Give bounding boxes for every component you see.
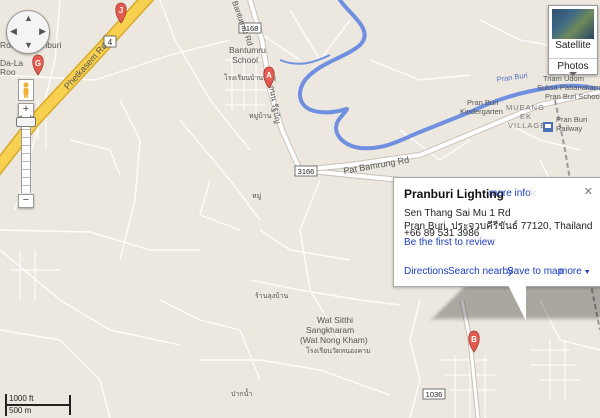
road-1036-shield: 1036 (422, 388, 446, 400)
save-to-map-link[interactable]: Save to map (507, 266, 563, 277)
satellite-label[interactable]: Satellite (549, 40, 597, 51)
marker-j-label: J (119, 6, 123, 15)
info-window: Pranburi Lighting more info ☆ ✕ Sen Than… (393, 177, 600, 287)
kindergarten-label-2: Kindergarten (460, 107, 503, 116)
close-icon[interactable]: ✕ (584, 185, 593, 198)
marker-a-label: A (266, 71, 272, 80)
pan-control[interactable]: ▲ ▼ ◀ ▶ (6, 10, 50, 54)
map-type-control[interactable]: Satellite Photos (548, 5, 598, 76)
garage-thai-label: ร้านลุงบ้าน (255, 292, 289, 300)
more-actions-label: more (559, 266, 582, 277)
marker-g-label: G (35, 59, 41, 68)
bantumru-school-label-1: Bantumru (229, 45, 266, 55)
wat-label-2: Sangkharam (306, 325, 354, 335)
railway-label-2: Railway (556, 124, 583, 133)
address-line-1: Sen Thang Sai Mu 1 Rd (404, 208, 511, 219)
photos-caret-icon[interactable] (569, 72, 577, 76)
pan-left-icon[interactable]: ◀ (10, 27, 17, 36)
village-thai-label-2: หมู่ (252, 193, 261, 200)
railway-label-1: Pran Buri (556, 115, 588, 124)
scale-bar: 1000 ft 500 m (5, 394, 75, 418)
pan-down-icon[interactable]: ▼ (24, 41, 33, 50)
zoom-slider-handle[interactable] (16, 117, 36, 127)
udom-label-3: Pran Buri School (545, 92, 600, 101)
bantumru-school-label-2: School (232, 55, 258, 65)
more-caret-icon: ▼ (583, 269, 591, 276)
road-1036-label: 1036 (426, 390, 443, 399)
udom-label-1: Triam Udom (543, 74, 584, 83)
satellite-thumbnail[interactable] (552, 9, 594, 39)
road-3166-shield: 3166 (294, 165, 318, 177)
zoom-out-button[interactable]: − (18, 194, 34, 208)
directions-link[interactable]: Directions (404, 266, 448, 277)
marker-b-label: B (471, 335, 477, 344)
railway-station-icon (543, 122, 553, 132)
village-thai-label-1: หมู่บ้าน (249, 112, 272, 120)
street-view-pegman-icon[interactable] (18, 79, 34, 101)
road-3166-label: 3166 (298, 167, 315, 176)
photos-label[interactable]: Photos (549, 58, 597, 72)
more-info-link[interactable]: more info (489, 188, 531, 199)
pan-right-icon[interactable]: ▶ (39, 27, 46, 36)
info-window-tail (508, 285, 526, 321)
scale-metric: 500 m (9, 406, 32, 415)
star-icon[interactable]: ☆ (527, 186, 537, 199)
wat-label-1: Wat Sitthi (317, 315, 353, 325)
mueang-label-2: EK (520, 112, 532, 121)
search-nearby-link[interactable]: Search nearby (448, 266, 513, 277)
review-link[interactable]: Be the first to review (404, 237, 495, 248)
kindergarten-label-1: Pran Buri (467, 98, 499, 107)
pan-up-icon[interactable]: ▲ (24, 14, 33, 23)
mueang-label-3: VILLAGE (508, 121, 546, 130)
scale-imperial: 1000 ft (9, 394, 34, 403)
highway-4-label: 4 (108, 38, 113, 47)
wat-label-3: (Wat Nong Kham) (300, 335, 368, 345)
mueang-label-1: MUEANG (506, 103, 545, 112)
udom-label-2: Suksa Pattanakarn (537, 83, 600, 92)
rooms-label-4: Roo (0, 67, 16, 77)
more-actions-link[interactable]: more ▼ (559, 266, 591, 277)
school-thai-label: โรงเรียนวัดหนองคาม (306, 346, 371, 355)
